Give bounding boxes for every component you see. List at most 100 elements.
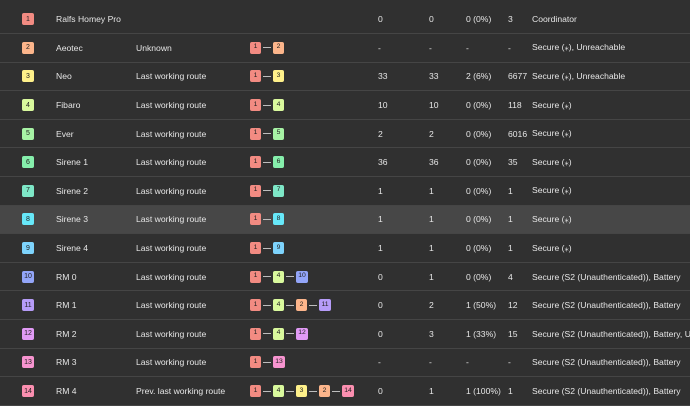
node-id-badge: 7 [22,184,34,197]
table-row[interactable]: 10 RM 0 Last working route 1 4 10 0 1 0 (0%) 4 Sec… [0,263,690,292]
route-hop-chip: 3 [273,70,284,83]
route-path: 12 [250,34,374,62]
route-path: 1 4 3 2 14 [250,377,374,405]
security-status: Coordinator [532,14,577,25]
stat-a: 36 [378,157,388,168]
node-id-badge: 9 [22,242,34,255]
route-hop-chip: 2 [319,385,330,398]
stat-d: 12 [508,300,518,311]
route-hop-chip: 14 [342,385,354,398]
route-connector [263,390,271,392]
stat-d: - [508,357,511,368]
route-hop-chip: 1 [250,213,261,226]
node-name: Neo [56,71,72,82]
security-status: Secure (⁎) [532,156,572,167]
route-path: 14 [250,91,374,119]
stat-a: 0 [378,386,383,397]
stat-a: - [378,357,381,368]
table-row[interactable]: 1 Ralfs Homey Pro 0 0 0 (0%) 3 Coordinator [0,6,690,35]
stat-a: 0 [378,300,383,311]
route-hop-chip: 7 [273,184,284,197]
table-row[interactable]: 3 Neo Last working route 1 3 33 33 2 (6%) 6677 Se… [0,63,690,92]
security-status: Secure (S2 (Unauthenticated)), Battery [532,271,681,282]
node-badge-cell: 9 [22,234,36,262]
node-name: Sirene 1 [56,157,89,168]
node-name: Sirene 3 [56,214,89,225]
route-type: Last working route [136,328,207,339]
route-hop-chip: 2 [273,41,284,54]
route-hop-chip: 1 [250,156,261,169]
node-name: RM 4 [56,386,77,397]
node-name: RM 0 [56,271,77,282]
route-hop-chip: 5 [273,127,284,140]
stat-c: 0 (0%) [466,214,492,225]
route-hop-chip: 9 [273,242,284,255]
table-row[interactable]: 4 Fibaro Last working route 1 4 10 10 0 (0%) 118… [0,91,690,120]
stat-c: 0 (0%) [466,14,492,25]
route-type: Last working route [136,128,207,139]
table-row[interactable]: 12 RM 2 Last working route 1 4 12 0 3 1 (33%) 15 S… [0,320,690,349]
table-row[interactable]: 2 Aeotec Unknown 1 2- - - - Secure (⁎), Unreacha… [0,34,690,63]
stat-d: 1 [508,185,513,196]
route-type: Last working route [136,71,207,82]
security-status: Secure (⁎) [532,128,572,139]
table-row[interactable]: 5 Ever Last working route 1 5 2 2 0 (0%) 6016 Sec… [0,120,690,149]
stat-b: 1 [429,243,434,254]
node-id-badge: 14 [22,385,34,398]
table-row[interactable]: 11 RM 1 Last working route 1 4 2 11 0 2 1 (50%) 12… [0,292,690,321]
stat-a: 33 [378,71,388,82]
route-type: Last working route [136,357,207,368]
stat-a: 0 [378,328,383,339]
route-hop-chip: 1 [250,327,261,340]
route-connector [263,361,271,363]
node-name: Aeotec [56,42,83,53]
security-status: Secure (⁎), Unreachable [532,42,626,53]
route-hop-chip: 4 [273,327,284,340]
node-id-badge: 8 [22,213,34,226]
node-id-badge: 2 [22,41,34,54]
stat-a: 0 [378,271,383,282]
stat-b: - [429,357,432,368]
node-badge-cell: 3 [22,63,36,91]
node-badge-cell: 13 [22,349,36,377]
node-id-badge: 12 [22,327,34,340]
security-status: Secure (S2 (Unauthenticated)), Battery [532,386,681,397]
table-row[interactable]: 8 Sirene 3 Last working route 1 8 1 1 0 (0%) 1 Se… [0,205,690,235]
route-hop-chip: 6 [273,156,284,169]
route-hop-chip: 4 [273,270,284,283]
route-type: Last working route [136,243,207,254]
route-hop-chip: 13 [273,356,285,369]
node-id-badge: 5 [22,127,34,140]
node-id-badge: 1 [22,13,34,26]
stat-c: 0 (0%) [466,157,492,168]
route-type [136,6,248,34]
stat-c: 0 (0%) [466,128,492,139]
stat-b: 0 [429,14,434,25]
route-connector [263,276,271,278]
route-path: 18 [250,206,374,234]
node-name: RM 1 [56,300,77,311]
route-hop-chip: 1 [250,184,261,197]
route-connector [263,247,271,249]
route-path: 1 4 10 [250,263,374,291]
security-status: Secure (S2 (Unauthenticated)), Battery [532,357,681,368]
stat-a: 1 [378,185,383,196]
route-type: Unknown [136,42,172,53]
table-row[interactable]: 7 Sirene 2 Last working route 1 7 1 1 0 (0%) 1 Se… [0,177,690,206]
node-badge-cell: 5 [22,120,36,148]
route-connector [286,333,294,335]
stat-b: 2 [429,300,434,311]
table-row[interactable]: 9 Sirene 4 Last working route 1 9 1 1 0 (0%) 1 Se… [0,234,690,263]
node-name: Ever [56,128,74,139]
stat-c: 0 (0%) [466,243,492,254]
node-name: Fibaro [56,100,81,111]
route-hop-chip: 10 [296,270,308,283]
route-hop-chip: 1 [250,299,261,312]
table-row[interactable]: 14 RM 4 Prev. last working route 1 4 3 2 14 0 1 1 … [0,377,690,406]
table-row[interactable]: 13 RM 3 Last working route 1 13 - - - - Secure (S… [0,349,690,378]
route-connector [263,304,271,306]
table-row[interactable]: 6 Sirene 1 Last working route 1 6 36 36 0 (0%) 3… [0,149,690,178]
security-status: Secure (⁎) [532,242,572,253]
node-badge-cell: 11 [22,292,36,320]
route-type: Last working route [136,300,207,311]
